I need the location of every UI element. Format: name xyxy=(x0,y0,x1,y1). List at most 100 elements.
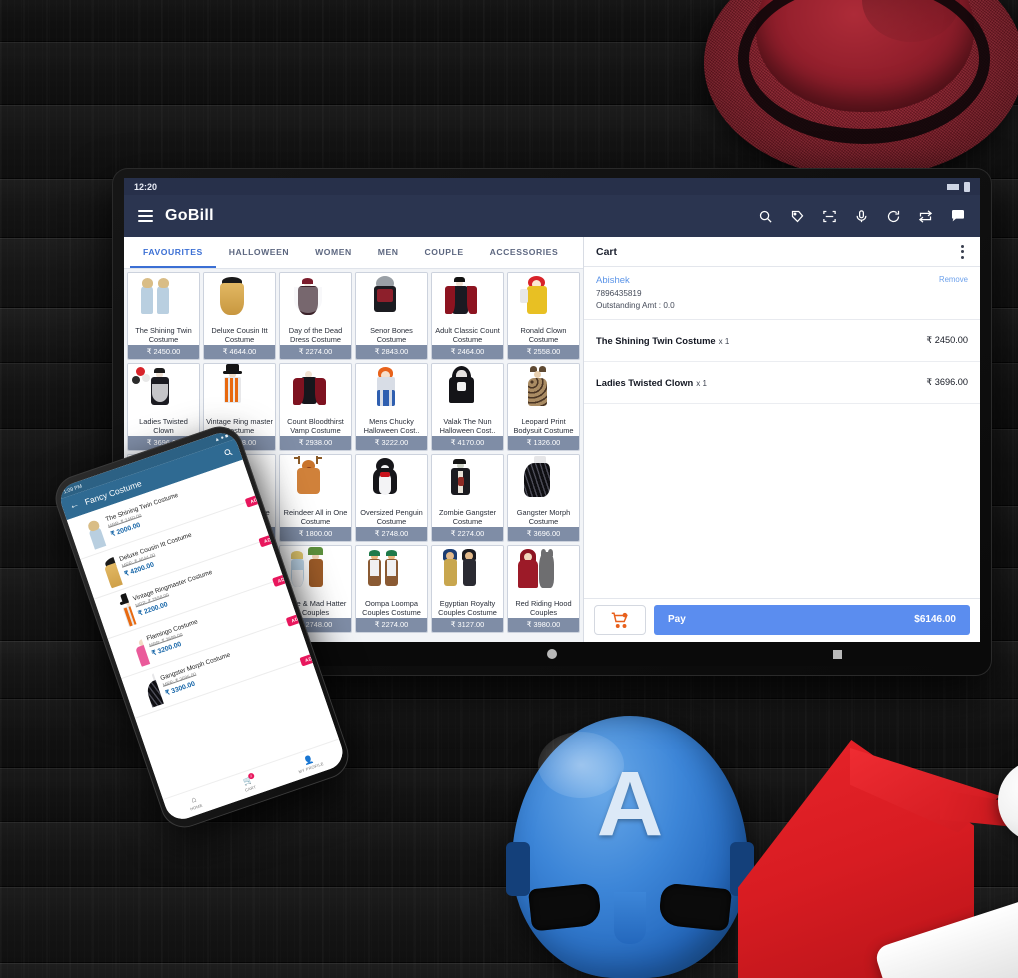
product-thumbnail xyxy=(356,546,427,599)
product-card[interactable]: Oversized Penguin Costume ₹ 2748.00 xyxy=(355,454,428,542)
cart-title: Cart xyxy=(596,245,618,258)
customer-outstanding: Outstanding Amt : 0.0 xyxy=(596,301,675,310)
pay-button[interactable]: Pay $6146.00 xyxy=(654,604,970,635)
product-card[interactable]: Count Bloodthirst Vamp Costume ₹ 2938.00 xyxy=(279,363,352,451)
phone-nav-home[interactable]: ⌂ HOME xyxy=(186,794,203,811)
remove-customer-button[interactable]: Remove xyxy=(939,275,968,284)
battery-icon xyxy=(964,181,970,192)
mask-letter-a: A xyxy=(596,753,664,855)
product-card[interactable]: Oompa Loompa Couples Costume ₹ 2274.00 xyxy=(355,545,428,633)
tab-label: MEN xyxy=(377,246,399,257)
product-name: Zombie Gangster Costume xyxy=(438,508,497,526)
product-name: Gangster Morph Costume xyxy=(516,508,571,526)
status-system-icons xyxy=(947,181,970,192)
cart-item-name: Ladies Twisted Clown xyxy=(596,377,694,388)
product-card[interactable]: Gangster Morph Costume ₹ 3696.00 xyxy=(507,454,580,542)
kebab-menu-icon[interactable] xyxy=(957,241,968,263)
product-card[interactable]: Deluxe Cousin Itt Costume ₹ 4644.00 xyxy=(203,272,276,360)
cart-item-row[interactable]: The Shining Twin Costume x 1 ₹ 2450.00 xyxy=(584,320,980,362)
product-card[interactable]: Day of the Dead Dress Costume ₹ 2274.00 xyxy=(279,272,352,360)
phone-product-thumbnail xyxy=(71,513,110,554)
tab-women[interactable]: WOMEN xyxy=(302,237,365,268)
product-thumbnail xyxy=(356,273,427,326)
phone-product-thumbnail xyxy=(99,592,137,634)
product-thumbnail xyxy=(432,455,503,508)
product-card[interactable]: Ronald Clown Costume ₹ 2558.00 xyxy=(507,272,580,360)
app-brand-title: GoBill xyxy=(165,207,214,224)
tab-favourites[interactable]: FAVOURITES xyxy=(130,237,216,268)
tab-label: HALLOWEEN xyxy=(228,246,290,257)
product-card[interactable]: Red Riding Hood Couples ₹ 3980.00 xyxy=(507,545,580,633)
phone-nav-my-profile[interactable]: 👤 MY PROFILE xyxy=(295,752,324,774)
product-card[interactable]: Adult Classic Count Costume ₹ 2464.00 xyxy=(431,272,504,360)
cart-badge: 2 xyxy=(247,771,255,780)
product-name: Red Riding Hood Couples xyxy=(515,599,572,617)
search-icon[interactable] xyxy=(222,446,234,459)
cart-add-icon[interactable] xyxy=(594,604,646,635)
product-card[interactable]: The Shining Twin Costume ₹ 2450.00 xyxy=(127,272,200,360)
product-card[interactable]: Reindeer All in One Costume ₹ 1800.00 xyxy=(279,454,352,542)
product-price: ₹ 3696.00 xyxy=(508,527,579,541)
back-arrow-icon[interactable]: ← xyxy=(68,499,81,513)
product-name: Deluxe Cousin Itt Costume xyxy=(211,326,268,344)
tab-label: COUPLE xyxy=(424,246,464,257)
product-price: ₹ 2938.00 xyxy=(280,436,351,450)
tab-accessories[interactable]: ACCESSORIES xyxy=(477,237,572,268)
santa-hat-pompom xyxy=(998,760,1018,842)
product-thumbnail xyxy=(356,455,427,508)
product-card[interactable]: Senor Bones Costume ₹ 2843.00 xyxy=(355,272,428,360)
cart-item-amount: ₹ 2450.00 xyxy=(926,334,968,345)
product-card[interactable]: Mens Chucky Halloween Cost.. ₹ 3222.00 xyxy=(355,363,428,451)
product-thumbnail xyxy=(432,546,503,599)
product-price: ₹ 2558.00 xyxy=(508,345,579,359)
product-price: ₹ 2748.00 xyxy=(356,527,427,541)
product-price: ₹ 2464.00 xyxy=(432,345,503,359)
product-price: ₹ 2450.00 xyxy=(128,345,199,359)
product-name: Valak The Nun Halloween Cost.. xyxy=(439,417,496,435)
mask-nose xyxy=(614,892,646,944)
hamburger-menu-icon[interactable] xyxy=(138,210,153,222)
product-name: Egyptian Royalty Couples Costume xyxy=(438,599,497,617)
tab-label: WOMEN xyxy=(315,246,352,257)
product-card[interactable]: Zombie Gangster Costume ₹ 2274.00 xyxy=(431,454,504,542)
product-card[interactable]: Valak The Nun Halloween Cost.. ₹ 4170.00 xyxy=(431,363,504,451)
cart-item-name: The Shining Twin Costume xyxy=(596,335,716,346)
product-thumbnail xyxy=(204,273,275,326)
tab-couple[interactable]: COUPLE xyxy=(412,237,477,268)
product-name: Reindeer All in One Costume xyxy=(283,508,348,526)
customer-name[interactable]: Abishek xyxy=(596,275,630,286)
tab-label: FAVOURITES xyxy=(143,246,203,257)
sync-icon[interactable] xyxy=(886,209,901,224)
product-thumbnail xyxy=(280,273,351,326)
product-price: ₹ 2274.00 xyxy=(356,618,427,632)
product-name: Oompa Loompa Couples Costume xyxy=(362,599,421,617)
product-thumbnail xyxy=(356,364,427,417)
chat-icon[interactable] xyxy=(950,208,966,224)
swap-icon[interactable] xyxy=(918,209,933,224)
status-time: 12:20 xyxy=(134,181,158,192)
product-price: ₹ 2274.00 xyxy=(280,345,351,359)
phone-nav-cart[interactable]: 🛒 2 CART xyxy=(241,771,257,792)
search-icon[interactable] xyxy=(758,209,773,224)
home-icon[interactable] xyxy=(547,649,557,659)
product-name: Oversized Penguin Costume xyxy=(360,508,423,526)
red-fedora-hat-prop xyxy=(704,0,1018,178)
barcode-scan-icon[interactable] xyxy=(822,209,837,224)
tab-halloween[interactable]: HALLOWEEN xyxy=(216,237,302,268)
tab-men[interactable]: MEN xyxy=(365,237,412,268)
product-price: ₹ 4170.00 xyxy=(432,436,503,450)
tag-icon[interactable] xyxy=(790,209,805,224)
product-price: ₹ 3222.00 xyxy=(356,436,427,450)
product-price: ₹ 1800.00 xyxy=(280,527,351,541)
product-price: ₹ 1326.00 xyxy=(508,436,579,450)
app-bar: GoBill xyxy=(124,195,980,237)
product-card[interactable]: Leopard Print Bodysuit Costume ₹ 1326.00 xyxy=(507,363,580,451)
product-card[interactable]: Egyptian Royalty Couples Costume ₹ 3127.0… xyxy=(431,545,504,633)
recents-icon[interactable] xyxy=(833,649,842,659)
product-thumbnail xyxy=(204,364,275,417)
microphone-icon[interactable] xyxy=(854,209,869,224)
product-thumbnail xyxy=(508,455,579,508)
product-thumbnail xyxy=(432,273,503,326)
customer-block: Abishek Remove 7896435819 Outstanding Am… xyxy=(584,267,980,320)
cart-item-row[interactable]: Ladies Twisted Clown x 1 ₹ 3696.00 xyxy=(584,362,980,404)
